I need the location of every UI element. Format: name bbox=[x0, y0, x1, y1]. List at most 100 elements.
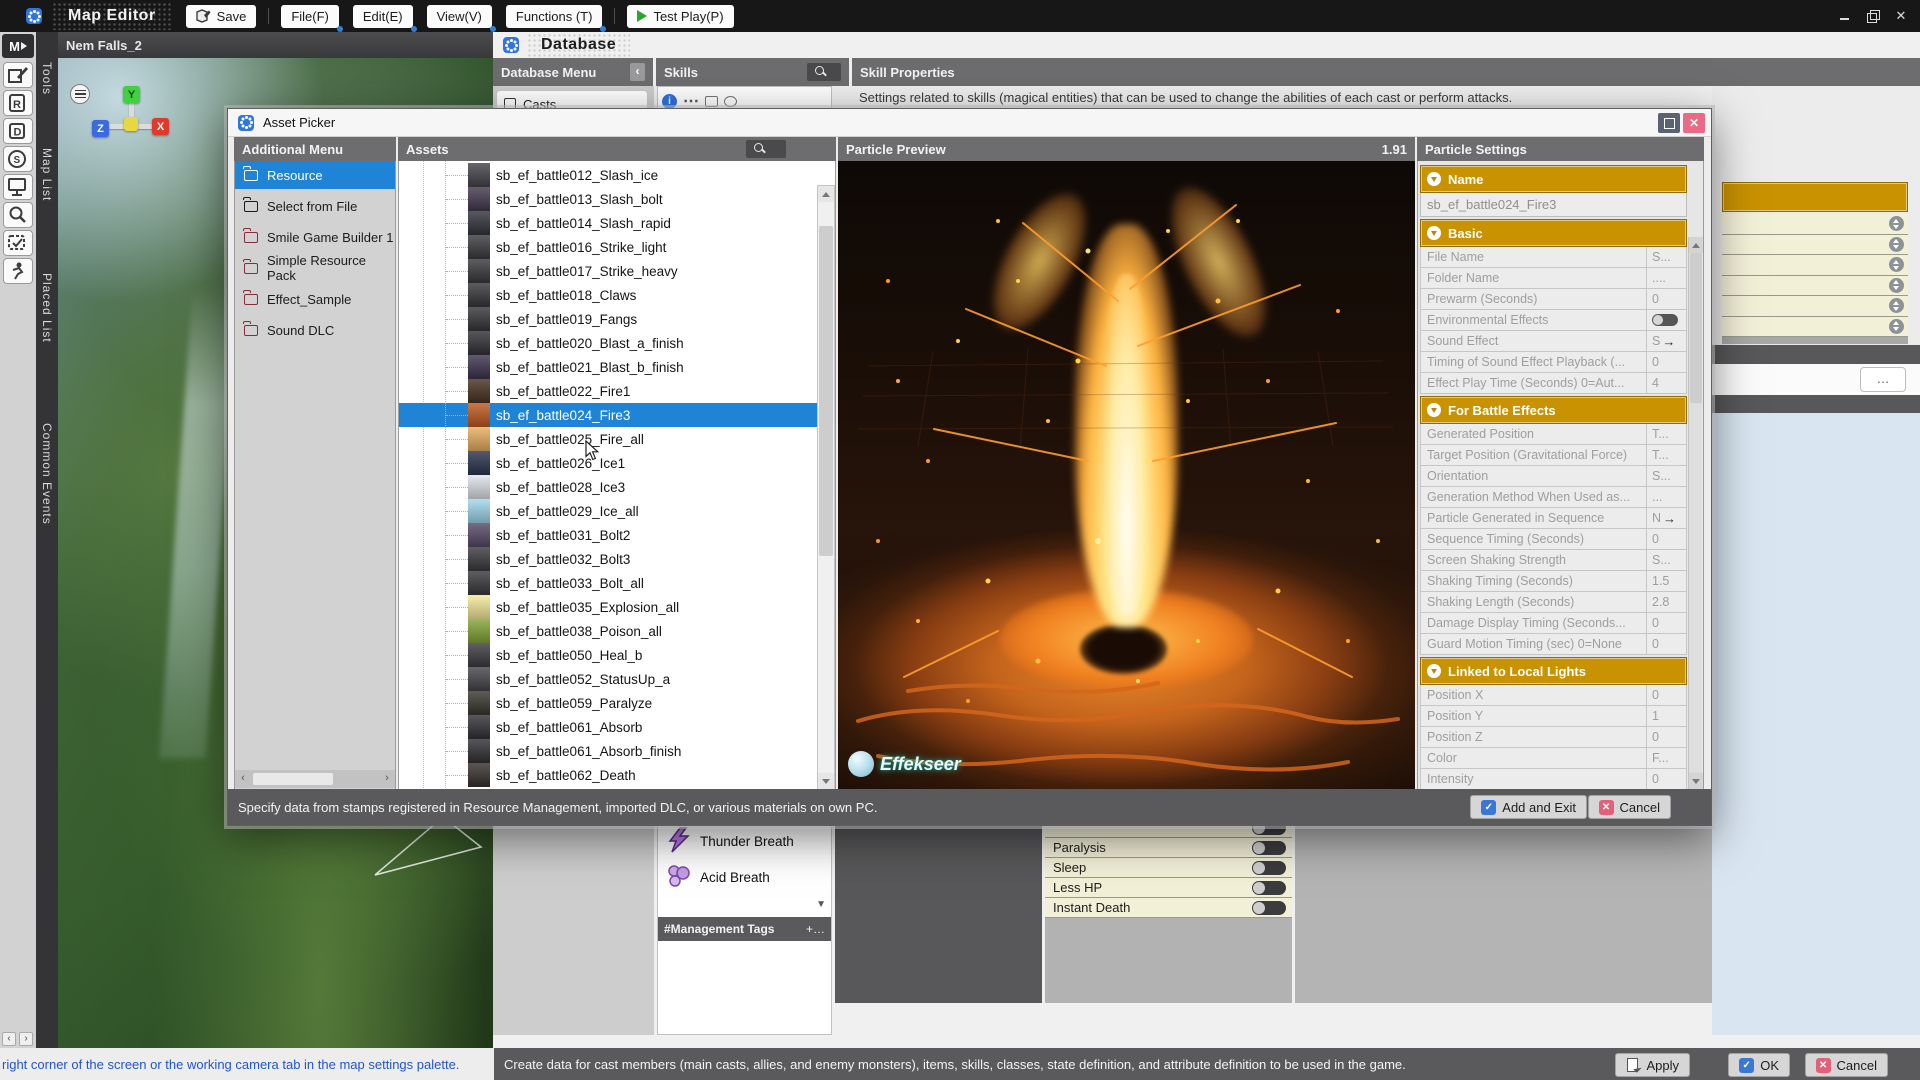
property-row-color[interactable]: ColorF... bbox=[1420, 748, 1687, 769]
asset-item[interactable]: sb_ef_battle024_Fire3 bbox=[399, 403, 817, 427]
side-tab-common-events[interactable]: Common Events bbox=[36, 417, 58, 531]
property-row-orientation[interactable]: OrientationS... bbox=[1420, 466, 1687, 487]
property-row-position-z[interactable]: Position Z0 bbox=[1420, 727, 1687, 748]
additional-menu-item-effect-sample[interactable]: Effect_Sample bbox=[235, 285, 395, 313]
asset-item[interactable]: sb_ef_battle022_Fire1 bbox=[399, 379, 817, 403]
additional-menu-item-sound-dlc[interactable]: Sound DLC bbox=[235, 316, 395, 344]
resource-button[interactable]: R bbox=[3, 90, 33, 116]
property-row-damage-display-timing-seconds[interactable]: Damage Display Timing (Seconds...0 bbox=[1420, 613, 1687, 634]
minimize-icon[interactable] bbox=[1838, 9, 1852, 23]
refresh-icon[interactable] bbox=[724, 96, 737, 107]
attribute-row[interactable] bbox=[1722, 214, 1908, 235]
asset-item[interactable]: sb_ef_battle021_Blast_b_finish bbox=[399, 355, 817, 379]
section-header-linked-to-local-lights[interactable]: Linked to Local Lights bbox=[1420, 657, 1687, 685]
assets-search-button[interactable] bbox=[746, 140, 786, 158]
property-row-guard-motion-timing-sec-0-none[interactable]: Guard Motion Timing (sec) 0=None0 bbox=[1420, 634, 1687, 655]
more-options-button[interactable]: … bbox=[1860, 367, 1906, 392]
property-row-position-y[interactable]: Position Y1 bbox=[1420, 706, 1687, 727]
menu-item-view-v[interactable]: View(V) bbox=[427, 5, 492, 28]
folder-icon[interactable] bbox=[705, 96, 718, 107]
asset-item[interactable]: sb_ef_battle033_Bolt_all bbox=[399, 571, 817, 595]
property-row-file-name[interactable]: File NameS... bbox=[1420, 247, 1687, 268]
asset-item[interactable]: sb_ef_battle017_Strike_heavy bbox=[399, 259, 817, 283]
asset-item[interactable]: sb_ef_battle061_Absorb bbox=[399, 715, 817, 739]
stepper-icon[interactable] bbox=[1889, 216, 1904, 231]
property-row-timing-of-sound-effect-playback[interactable]: Timing of Sound Effect Playback (...0 bbox=[1420, 352, 1687, 373]
display-button[interactable] bbox=[3, 174, 33, 200]
stepper-icon[interactable] bbox=[1889, 257, 1904, 272]
axis-gizmo[interactable]: Y Z X bbox=[92, 86, 180, 162]
system-button[interactable]: S bbox=[3, 146, 33, 172]
apply-button[interactable]: Apply bbox=[1615, 1053, 1690, 1077]
scrollbar-thumb[interactable] bbox=[819, 226, 833, 556]
state-row-paralysis[interactable]: Paralysis bbox=[1045, 838, 1292, 858]
state-row-less-hp[interactable]: Less HP bbox=[1045, 878, 1292, 898]
asset-item[interactable]: sb_ef_battle020_Blast_a_finish bbox=[399, 331, 817, 355]
stepper-icon[interactable] bbox=[1889, 319, 1904, 334]
toggle-off-icon[interactable] bbox=[1252, 901, 1286, 915]
scrollbar-thumb[interactable] bbox=[1690, 253, 1702, 403]
axis-y-cube[interactable]: Y bbox=[123, 86, 140, 103]
scroll-down-icon[interactable]: ▼ bbox=[816, 899, 826, 910]
asset-item[interactable]: sb_ef_battle025_Fire_all bbox=[399, 427, 817, 451]
axis-z-cube[interactable]: Z bbox=[92, 120, 109, 137]
property-row-effect-play-time-seconds-0-aut[interactable]: Effect Play Time (Seconds) 0=Aut...4 bbox=[1420, 373, 1687, 394]
additional-menu-item-select-from-file[interactable]: Select from File bbox=[235, 192, 395, 220]
state-row-sleep[interactable]: Sleep bbox=[1045, 858, 1292, 878]
map-edit-button[interactable] bbox=[3, 62, 33, 88]
management-tags-bar[interactable]: #Management Tags +… bbox=[658, 917, 831, 941]
add-and-exit-button[interactable]: ✓ Add and Exit bbox=[1470, 795, 1587, 819]
property-row-particle-generated-in-sequence[interactable]: Particle Generated in SequenceN→ bbox=[1420, 508, 1687, 529]
horizontal-scrollbar[interactable]: ‹ › bbox=[235, 770, 395, 788]
scroll-down-icon[interactable] bbox=[818, 773, 834, 789]
attribute-row[interactable] bbox=[1722, 276, 1908, 297]
map-menu-icon[interactable] bbox=[70, 84, 90, 104]
placement-button[interactable] bbox=[3, 230, 33, 256]
asset-item[interactable]: sb_ef_battle061_Absorb_finish bbox=[399, 739, 817, 763]
asset-item[interactable]: sb_ef_battle059_Paralyze bbox=[399, 691, 817, 715]
database-title-bar[interactable]: Database bbox=[493, 32, 1920, 58]
menu-item-edit-e[interactable]: Edit(E) bbox=[353, 5, 413, 28]
restore-icon[interactable] bbox=[1866, 9, 1880, 23]
name-value-field[interactable]: sb_ef_battle024_Fire3 bbox=[1420, 193, 1687, 217]
database-button[interactable]: D bbox=[3, 118, 33, 144]
property-row-target-position-gravitational-force[interactable]: Target Position (Gravitational Force)T..… bbox=[1420, 445, 1687, 466]
attribute-row[interactable] bbox=[1722, 255, 1908, 276]
ok-button[interactable]: ✓ OK bbox=[1728, 1053, 1790, 1077]
test-play-button[interactable]: Test Play(P) bbox=[627, 5, 733, 28]
additional-menu-item-simple-resource-pack[interactable]: Simple Resource Pack bbox=[235, 254, 395, 282]
section-header-basic[interactable]: Basic bbox=[1420, 219, 1687, 247]
cancel-button[interactable]: ✕ Cancel bbox=[1805, 1053, 1888, 1077]
state-row-instant-death[interactable]: Instant Death bbox=[1045, 898, 1292, 918]
asset-item[interactable]: sb_ef_battle031_Bolt2 bbox=[399, 523, 817, 547]
particle-preview-viewport[interactable]: Effekseer bbox=[838, 161, 1415, 791]
scroll-left-icon[interactable]: ‹ bbox=[2, 1032, 16, 1046]
asset-item[interactable]: sb_ef_battle028_Ice3 bbox=[399, 475, 817, 499]
asset-item[interactable]: sb_ef_battle013_Slash_bolt bbox=[399, 187, 817, 211]
scroll-left-icon[interactable]: ‹ bbox=[235, 770, 251, 788]
dialog-cancel-button[interactable]: ✕ Cancel bbox=[1588, 795, 1671, 819]
property-row-sequence-timing-seconds[interactable]: Sequence Timing (Seconds)0 bbox=[1420, 529, 1687, 550]
asset-item[interactable]: sb_ef_battle035_Explosion_all bbox=[399, 595, 817, 619]
close-icon[interactable]: ✕ bbox=[1894, 9, 1908, 23]
section-header-name[interactable]: Name bbox=[1420, 165, 1687, 193]
scroll-right-icon[interactable]: › bbox=[379, 770, 395, 788]
property-row-generated-position[interactable]: Generated PositionT... bbox=[1420, 424, 1687, 445]
inspect-button[interactable] bbox=[3, 202, 33, 228]
asset-item[interactable]: sb_ef_battle016_Strike_light bbox=[399, 235, 817, 259]
toggle-off-icon[interactable] bbox=[1252, 841, 1286, 855]
side-tab-placed-list[interactable]: Placed List bbox=[36, 267, 58, 349]
toggle-off-icon[interactable] bbox=[1252, 861, 1286, 875]
vertical-scrollbar[interactable] bbox=[1688, 237, 1702, 789]
dialog-title-bar[interactable]: Asset Picker bbox=[228, 109, 1711, 137]
map-title-bar[interactable]: Nem Falls_2 bbox=[58, 32, 493, 58]
property-row-screen-shaking-strength[interactable]: Screen Shaking StrengthS... bbox=[1420, 550, 1687, 571]
collapse-left-icon[interactable]: ‹ bbox=[630, 63, 645, 81]
info-icon[interactable]: i bbox=[662, 94, 677, 109]
skill-item-thunder-breath[interactable]: Thunder Breath bbox=[658, 823, 831, 859]
dialog-restore-icon[interactable] bbox=[1658, 113, 1680, 133]
side-tab-tools[interactable]: Tools bbox=[36, 56, 58, 101]
asset-item[interactable]: sb_ef_battle062_Death bbox=[399, 763, 817, 787]
event-runner-button[interactable] bbox=[3, 258, 33, 284]
side-tab-map-list[interactable]: Map List bbox=[36, 142, 58, 207]
